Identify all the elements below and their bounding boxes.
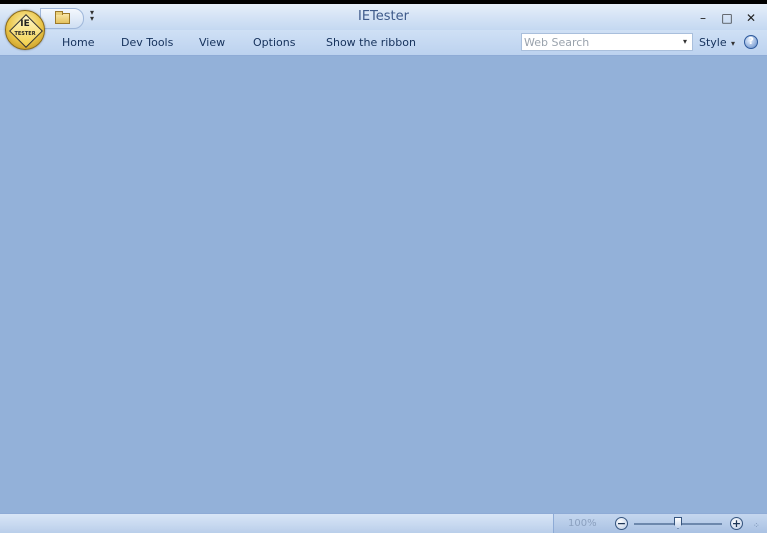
screen: IETester ▾ ▾ – □ ✕ IE TESTER Home Dev Too… [0,0,767,533]
style-dropdown-icon[interactable]: ▾ [731,39,735,48]
browser-content-area[interactable] [0,56,767,513]
quick-access-toolbar [40,8,84,29]
menu-item-view[interactable]: View [199,36,225,49]
app-logo-label: IE [20,19,30,29]
ietester-window: IETester ▾ ▾ – □ ✕ IE TESTER Home Dev Too… [0,4,767,533]
menu-item-dev-tools[interactable]: Dev Tools [121,36,173,49]
title-bar[interactable]: IETester ▾ ▾ – □ ✕ [0,4,767,30]
quick-access-dropdown-icon[interactable]: ▾ ▾ [87,9,97,23]
app-menu-button[interactable]: IE TESTER [5,10,45,50]
window-title: IETester [358,9,409,24]
help-icon[interactable]: ? [744,35,758,49]
zoom-level-text: 100% [568,518,597,529]
window-controls: – □ ✕ [695,10,759,26]
minimize-button[interactable]: – [695,10,711,26]
web-search-input[interactable] [522,34,684,50]
maximize-button[interactable]: □ [719,10,735,26]
menu-item-home[interactable]: Home [62,36,94,49]
open-folder-icon[interactable] [55,11,70,24]
status-bar: 100% − + ⁘ [0,513,767,533]
app-logo-sublabel: TESTER [14,31,36,37]
menu-item-show-ribbon[interactable]: Show the ribbon [326,36,416,49]
zoom-slider-thumb[interactable] [674,517,682,529]
zoom-panel: 100% − + ⁘ [553,514,767,533]
zoom-out-button[interactable]: − [615,517,628,530]
menu-item-options[interactable]: Options [253,36,295,49]
search-dropdown-icon[interactable]: ▾ [680,36,690,48]
resize-grip-icon[interactable]: ⁘ [753,521,763,531]
menu-bar: Home Dev Tools View Options Show the rib… [0,30,767,56]
style-menu-button[interactable]: Style [699,36,727,49]
close-button[interactable]: ✕ [743,10,759,26]
web-search-box: ▾ [521,33,693,51]
zoom-in-button[interactable]: + [730,517,743,530]
